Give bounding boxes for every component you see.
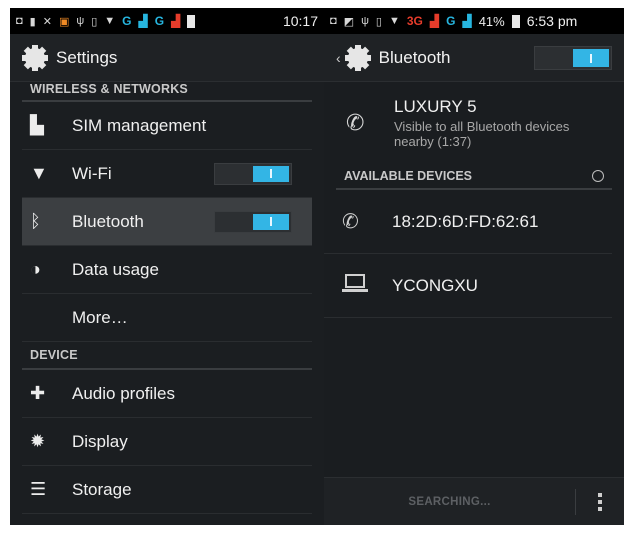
bluetooth-master-toggle[interactable] <box>534 46 612 70</box>
usb-icon: ψ <box>76 15 85 27</box>
signal-3g-label: 3G <box>406 14 423 28</box>
signal-g-bars-icon: ▟ <box>462 14 472 28</box>
status-time-left: 10:17 <box>282 13 318 29</box>
wifi-toggle[interactable] <box>214 162 292 185</box>
signal-g-label: G <box>446 14 456 28</box>
available-devices-header: AVAILABLE DEVICES <box>336 164 612 190</box>
bluetooth-item[interactable]: ᛒ Bluetooth <box>22 198 312 246</box>
bluetooth-bottom-bar: SEARCHING... <box>324 477 624 525</box>
scanning-spinner-icon <box>592 170 604 182</box>
visibility-status: Visible to all Bluetooth devices nearby … <box>394 119 570 149</box>
vibrate-icon: ▯ <box>375 15 382 28</box>
notif-icon: ◘ <box>16 15 23 27</box>
audio-profiles-label: Audio profiles <box>72 383 176 403</box>
battery-percent: 41% <box>478 13 505 29</box>
wifi-item[interactable]: ▼ Wi-Fi <box>22 150 312 198</box>
bluetooth-label: Bluetooth <box>72 211 144 231</box>
sd-icon: ▮ <box>29 15 36 28</box>
wifi-icon: ▼ <box>388 15 400 27</box>
data-usage-label: Data usage <box>72 259 159 279</box>
signal-2-bars-icon: ▟ <box>171 14 181 28</box>
storage-icon: ☰ <box>30 479 47 499</box>
device-item[interactable]: ✆ 18:2D:6D:FD:62:61 <box>324 190 612 254</box>
storage-item[interactable]: ☰ Storage <box>22 466 312 514</box>
storage-label: Storage <box>72 479 132 499</box>
device-label: 18:2D:6D:FD:62:61 <box>392 211 539 231</box>
data-usage-item[interactable]: ◑ Data usage <box>22 246 312 294</box>
sim-management-label: SIM management <box>72 115 207 135</box>
signal-1-label: G <box>122 14 132 28</box>
available-devices-label: AVAILABLE DEVICES <box>344 169 473 183</box>
back-chevron-icon[interactable]: ‹ <box>336 50 341 66</box>
this-device-item[interactable]: ✆ LUXURY 5 Visible to all Bluetooth devi… <box>324 82 624 164</box>
settings-title: Settings <box>56 47 118 67</box>
bluetooth-toggle[interactable] <box>214 210 292 233</box>
sim-management-item[interactable]: ▙ SIM management <box>22 102 312 150</box>
data-usage-icon: ◑ <box>30 259 41 279</box>
settings-screen: ◘ ▮ ✕ ▣ ψ ▯ ▼ G ▟ G ▟ 10:17 Settings WIR… <box>10 8 324 525</box>
status-time-right: 6:53 pm <box>526 13 578 29</box>
status-bar-right: ◘ ◩ ψ ▯ ▼ 3G ▟ G ▟ 41% 6:53 pm <box>324 8 624 34</box>
sim-icon: ▙ <box>30 115 44 135</box>
app-icon: ▣ <box>58 15 70 28</box>
laptop-icon <box>342 273 378 298</box>
wifi-icon: ▼ <box>30 163 48 183</box>
status-bar-left: ◘ ▮ ✕ ▣ ψ ▯ ▼ G ▟ G ▟ 10:17 <box>10 8 324 34</box>
usb-debug-icon: ✕ <box>42 15 52 28</box>
usb-icon: ψ <box>361 15 369 27</box>
device-header: DEVICE <box>22 342 312 370</box>
audio-profiles-item[interactable]: ✚ Audio profiles <box>22 370 312 418</box>
notif-icon: ◘ <box>330 15 337 27</box>
signal-3g-bars-icon: ▟ <box>429 14 440 28</box>
phone-icon: ✆ <box>342 211 359 233</box>
battery-icon <box>187 14 196 28</box>
battery-icon <box>511 14 520 28</box>
device-item[interactable]: YCONGXU <box>324 254 612 318</box>
phone-icon: ✆ <box>346 110 365 135</box>
overflow-menu-icon[interactable] <box>576 492 624 511</box>
display-label: Display <box>72 431 128 451</box>
settings-gear-icon <box>344 44 371 71</box>
sd-icon: ◩ <box>343 15 355 28</box>
screenshot-frame: ◘ ▮ ✕ ▣ ψ ▯ ▼ G ▟ G ▟ 10:17 Settings WIR… <box>10 8 624 525</box>
wifi-icon: ▼ <box>104 15 116 27</box>
signal-2-label: G <box>154 14 165 28</box>
wifi-label: Wi-Fi <box>72 163 112 183</box>
settings-gear-icon <box>22 44 48 71</box>
signal-1-bars-icon: ▟ <box>138 14 148 28</box>
wireless-networks-header: WIRELESS & NETWORKS <box>22 82 312 102</box>
more-item[interactable]: More… <box>22 294 312 342</box>
this-device-name: LUXURY 5 <box>394 97 477 116</box>
settings-action-bar: Settings <box>10 34 324 82</box>
more-label: More… <box>72 307 128 327</box>
bluetooth-screen: ◘ ◩ ψ ▯ ▼ 3G ▟ G ▟ 41% 6:53 pm ‹ Bluetoo… <box>324 8 624 525</box>
audio-icon: ✚ <box>30 383 46 403</box>
display-icon: ✹ <box>30 431 46 451</box>
vibrate-icon: ▯ <box>91 15 98 28</box>
bluetooth-icon: ᛒ <box>30 211 41 231</box>
bluetooth-title: Bluetooth <box>378 47 451 67</box>
device-label: YCONGXU <box>392 275 478 295</box>
display-item[interactable]: ✹ Display <box>22 418 312 466</box>
searching-button[interactable]: SEARCHING... <box>324 496 575 508</box>
